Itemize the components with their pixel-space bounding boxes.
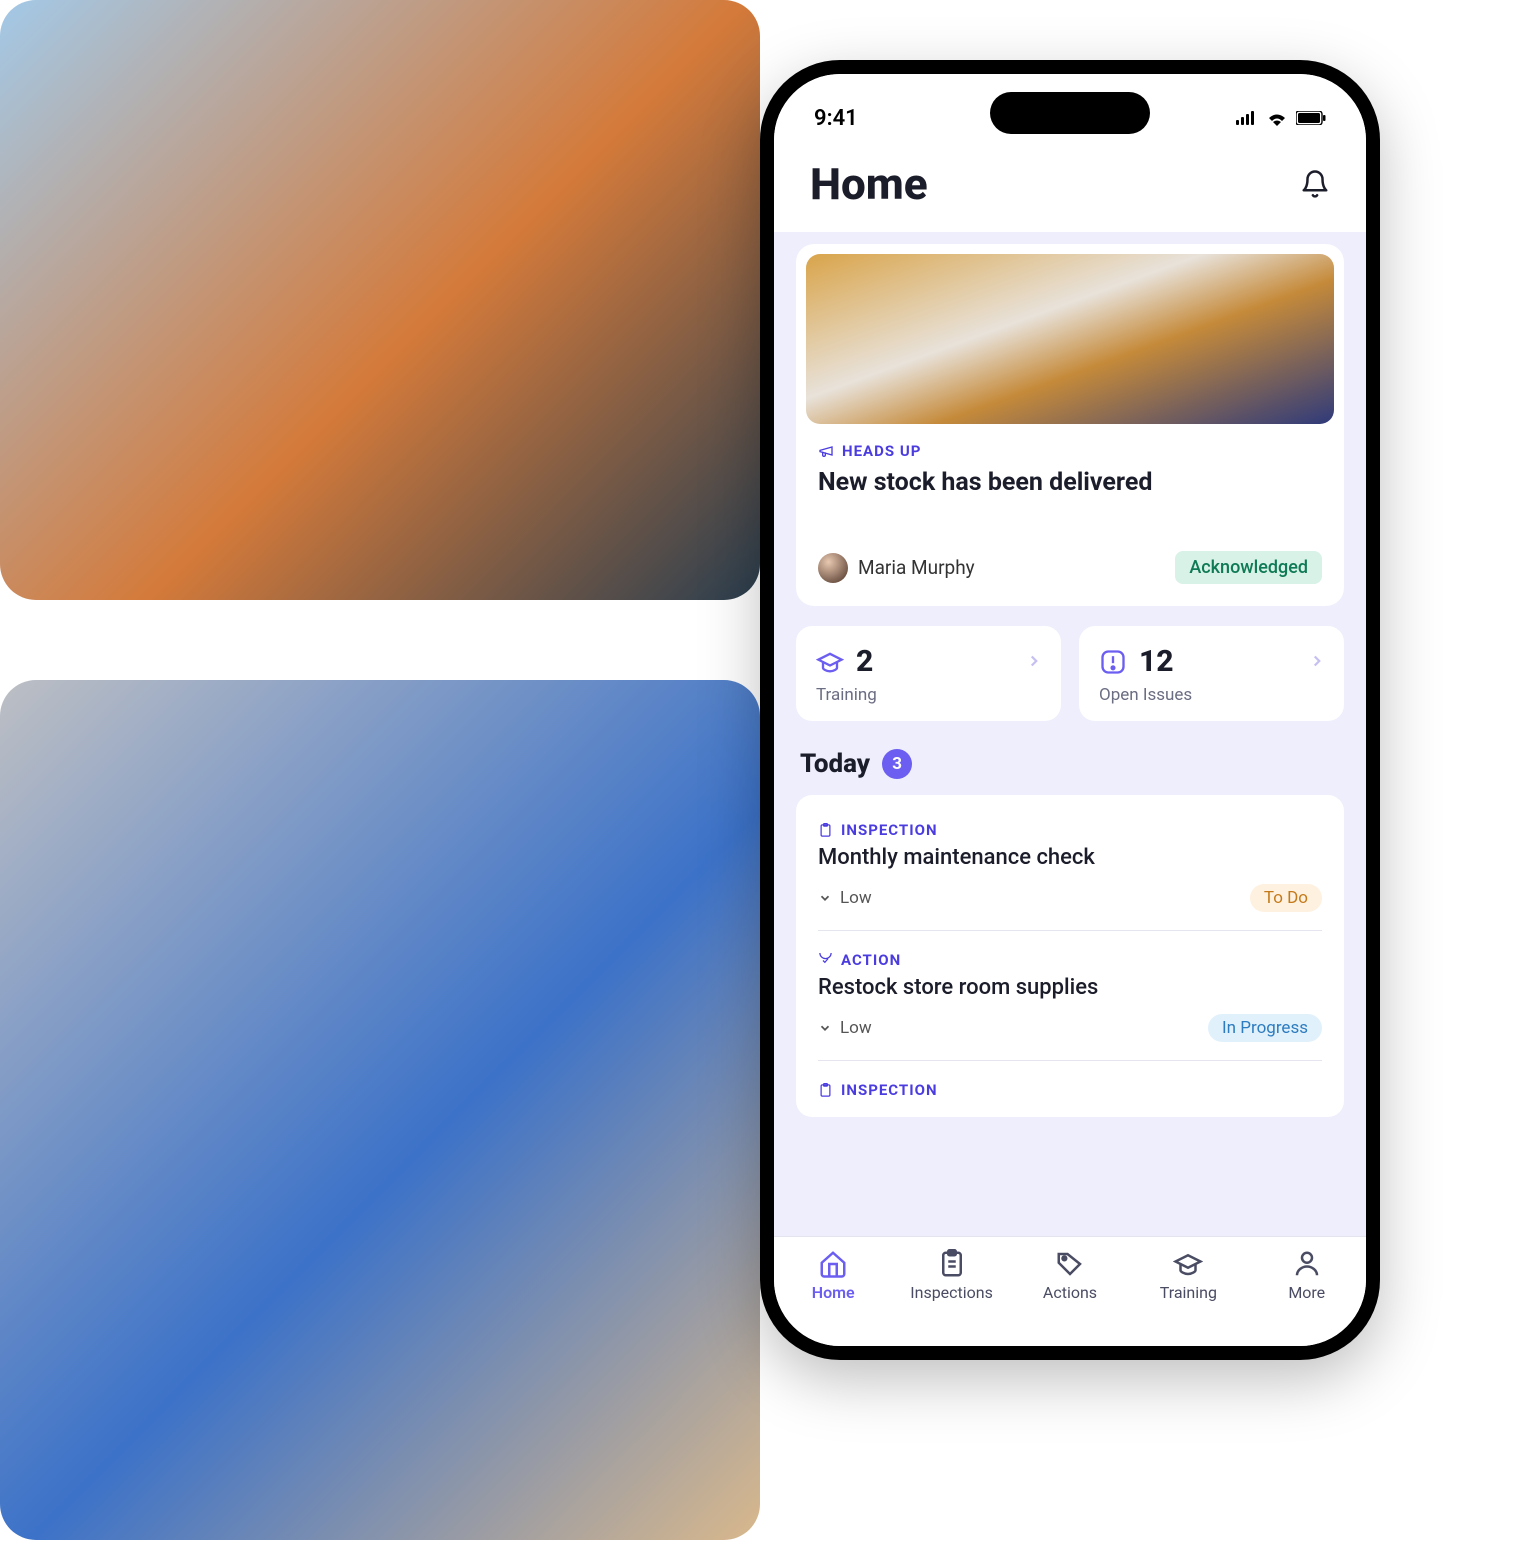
alert-icon: [1099, 648, 1127, 676]
heads-up-card[interactable]: HEADS UP New stock has been delivered Ma…: [796, 244, 1344, 606]
page-title: Home: [810, 158, 928, 210]
tab-training[interactable]: Training: [1134, 1249, 1242, 1302]
notifications-icon[interactable]: [1300, 169, 1330, 199]
task-title: Monthly maintenance check: [818, 845, 1322, 870]
tab-actions[interactable]: Actions: [1016, 1249, 1124, 1302]
home-icon: [818, 1249, 848, 1279]
tab-more[interactable]: More: [1253, 1249, 1361, 1302]
task-priority[interactable]: Low: [818, 888, 872, 908]
task-title: Restock store room supplies: [818, 975, 1322, 1000]
tab-home[interactable]: Home: [779, 1249, 887, 1302]
today-count-pill: 3: [882, 749, 912, 779]
background-photo-worker: [0, 0, 760, 600]
battery-icon: [1296, 111, 1326, 125]
content-scroll[interactable]: HEADS UP New stock has been delivered Ma…: [774, 232, 1366, 1236]
clipboard-icon: [818, 823, 833, 838]
tab-bar: Home Inspections Actions Training More: [774, 1236, 1366, 1346]
issues-label: Open Issues: [1099, 685, 1324, 705]
heads-up-eyebrow: HEADS UP: [818, 442, 1322, 460]
phone-frame: 9:41 Home HEADS UP New s: [760, 60, 1380, 1360]
graduation-cap-icon: [816, 648, 844, 676]
tab-inspections[interactable]: Inspections: [898, 1249, 1006, 1302]
task-type: INSPECTION: [818, 1081, 1322, 1099]
status-icons: [1236, 110, 1326, 126]
training-count: 2: [856, 644, 873, 679]
acknowledged-badge: Acknowledged: [1175, 551, 1322, 584]
person-icon: [1292, 1249, 1322, 1279]
phone-screen: 9:41 Home HEADS UP New s: [774, 74, 1366, 1346]
wifi-icon: [1266, 110, 1288, 126]
heads-up-title: New stock has been delivered: [818, 468, 1322, 497]
task-priority[interactable]: Low: [818, 1018, 872, 1038]
task-item[interactable]: INSPECTION: [818, 1061, 1322, 1117]
open-issues-tile[interactable]: 12 Open Issues: [1079, 626, 1344, 721]
chevron-right-icon: [1308, 652, 1326, 670]
graduation-cap-icon: [1173, 1249, 1203, 1279]
tag-icon: [1055, 1249, 1085, 1279]
task-item[interactable]: INSPECTION Monthly maintenance check Low…: [818, 801, 1322, 931]
check-circle-icon: [818, 953, 833, 968]
training-tile[interactable]: 2 Training: [796, 626, 1061, 721]
card-image-warehouse: [806, 254, 1334, 424]
phone-notch: [990, 92, 1150, 134]
chevron-down-icon: [818, 891, 832, 905]
issues-count: 12: [1139, 644, 1174, 679]
task-status: To Do: [1250, 884, 1322, 912]
training-label: Training: [816, 685, 1041, 705]
task-status: In Progress: [1208, 1014, 1322, 1042]
task-type: INSPECTION: [818, 821, 1322, 839]
task-type: ACTION: [818, 951, 1322, 969]
status-time: 9:41: [814, 106, 858, 131]
stat-row: 2 Training 12 Open Issues: [796, 626, 1344, 721]
chevron-right-icon: [1025, 652, 1043, 670]
avatar: [818, 553, 848, 583]
task-item[interactable]: ACTION Restock store room supplies Low I…: [818, 931, 1322, 1061]
background-photo-manager: [0, 680, 760, 1540]
megaphone-icon: [818, 443, 834, 459]
heads-up-author: Maria Murphy: [818, 553, 975, 583]
clipboard-icon: [818, 1083, 833, 1098]
today-heading: Today 3: [800, 749, 1340, 779]
task-list: INSPECTION Monthly maintenance check Low…: [796, 795, 1344, 1117]
page-header: Home: [774, 144, 1366, 232]
chevron-down-icon: [818, 1021, 832, 1035]
clipboard-icon: [937, 1249, 967, 1279]
cellular-icon: [1236, 111, 1258, 125]
